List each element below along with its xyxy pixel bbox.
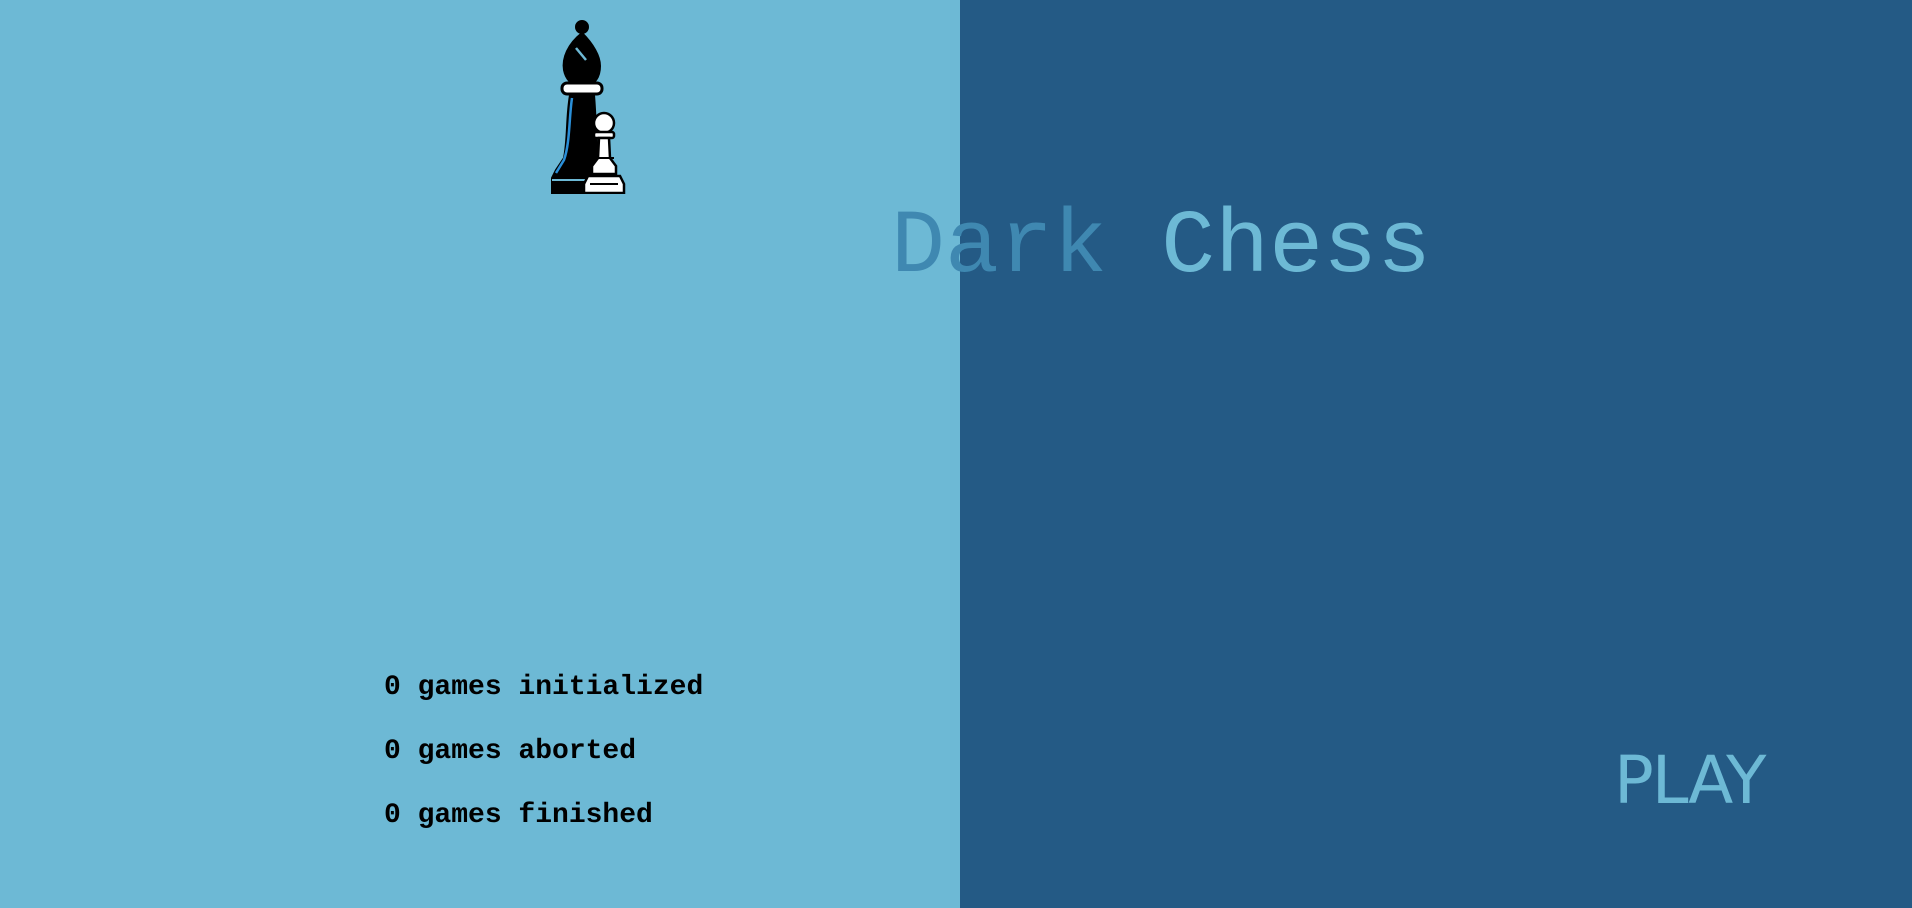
game-stats: 0 games initialized 0 games aborted 0 ga… (384, 668, 703, 860)
stat-games-aborted: 0 games aborted (384, 736, 637, 767)
stat-games-initialized: 0 games initialized (384, 672, 704, 703)
play-button[interactable]: PLAY (1614, 742, 1766, 819)
bishop-and-pawn-icon (538, 18, 630, 195)
chess-logo-svg (551, 20, 626, 195)
title-chess-word: Chess (1161, 197, 1432, 299)
app-title: Dark Chess (675, 98, 1431, 298)
home-screen: Dark Chess 0 games initialized 0 games a… (0, 0, 1912, 908)
stat-games-finished: 0 games finished (384, 800, 653, 831)
title-dark-word: Dark (891, 197, 1162, 299)
